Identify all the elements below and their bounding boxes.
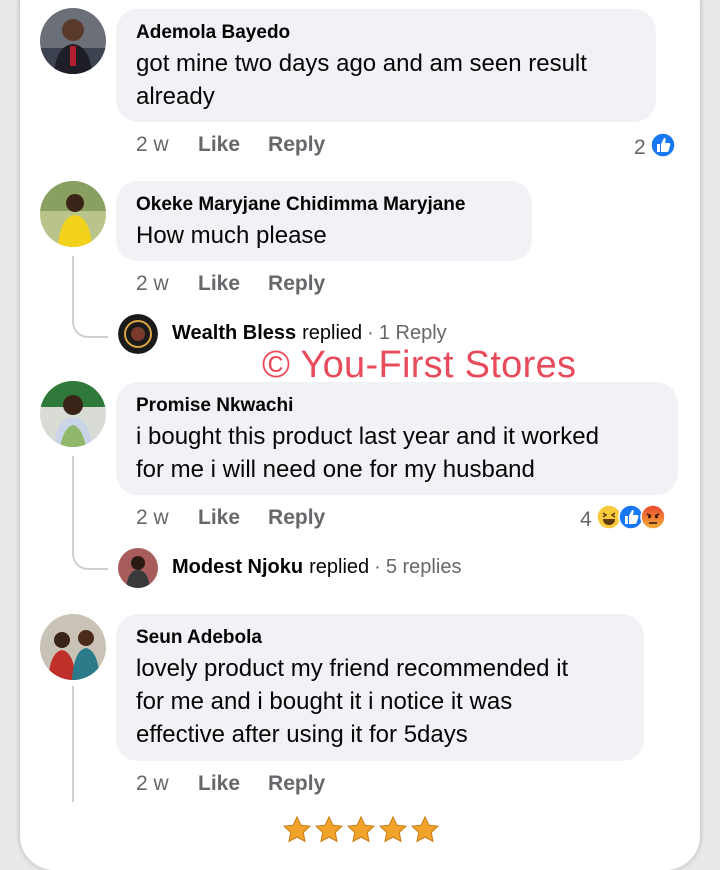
- replied-label: replied: [302, 322, 363, 344]
- comment-time[interactable]: 2 w: [136, 772, 198, 796]
- comment-author[interactable]: Okeke Maryjane Chidimma Maryjane: [136, 193, 512, 217]
- replies-link[interactable]: Wealth Bless replied · 1 Reply: [172, 322, 447, 345]
- avatar[interactable]: [40, 614, 106, 680]
- star-icon: [315, 815, 343, 843]
- star-rating: [282, 815, 440, 845]
- like-button[interactable]: Like: [198, 272, 240, 296]
- avatar[interactable]: [40, 8, 106, 74]
- comment-actions: 2 w Like Reply: [136, 506, 353, 530]
- like-reaction-icon: [649, 132, 676, 164]
- angry-reaction-icon: [639, 504, 666, 536]
- reply-button[interactable]: Reply: [268, 506, 325, 530]
- avatar[interactable]: [118, 548, 158, 588]
- reply-count[interactable]: 5 replies: [386, 556, 462, 579]
- separator: ·: [367, 322, 374, 344]
- replies-link[interactable]: Modest Njoku replied · 5 replies: [172, 556, 461, 579]
- comment-time[interactable]: 2 w: [136, 272, 198, 296]
- star-icon: [411, 815, 439, 843]
- avatar[interactable]: [118, 314, 158, 354]
- reaction-summary[interactable]: 2: [634, 132, 676, 164]
- avatar[interactable]: [40, 181, 106, 247]
- comment-time[interactable]: 2 w: [136, 133, 198, 157]
- star-icon: [347, 815, 375, 843]
- replied-label: replied: [309, 556, 370, 578]
- comment-bubble: Ademola Bayedo got mine two days ago and…: [116, 9, 656, 122]
- like-button[interactable]: Like: [198, 133, 240, 157]
- star-icon: [283, 815, 311, 843]
- comment-author[interactable]: Seun Adebola: [136, 626, 624, 650]
- reply-button[interactable]: Reply: [268, 272, 325, 296]
- avatar[interactable]: [40, 381, 106, 447]
- reaction-summary[interactable]: 4: [580, 504, 666, 536]
- like-button[interactable]: Like: [198, 772, 240, 796]
- reply-count[interactable]: 1 Reply: [379, 322, 447, 345]
- comment-text: i bought this product last year and it w…: [136, 423, 599, 483]
- like-button[interactable]: Like: [198, 506, 240, 530]
- thread-connector: [72, 456, 108, 570]
- comment-author[interactable]: Ademola Bayedo: [136, 21, 636, 45]
- star-icon: [379, 815, 407, 843]
- comment-actions: 2 w Like Reply: [136, 133, 353, 157]
- comment-bubble: Okeke Maryjane Chidimma Maryjane How muc…: [116, 181, 532, 261]
- reaction-count: 4: [580, 508, 592, 531]
- reply-author[interactable]: Modest Njoku: [172, 556, 303, 579]
- reaction-count: 2: [634, 136, 646, 159]
- thread-connector: [72, 686, 74, 802]
- reply-button[interactable]: Reply: [268, 133, 325, 157]
- comment-bubble: Promise Nkwachi i bought this product la…: [116, 382, 678, 495]
- comment-time[interactable]: 2 w: [136, 506, 198, 530]
- comment-text: got mine two days ago and am seen result…: [136, 50, 587, 110]
- watermark: © You-First Stores: [262, 344, 577, 386]
- comment-author[interactable]: Promise Nkwachi: [136, 394, 658, 418]
- reply-button[interactable]: Reply: [268, 772, 325, 796]
- comment-actions: 2 w Like Reply: [136, 772, 353, 796]
- thread-connector: [72, 256, 108, 338]
- comment-actions: 2 w Like Reply: [136, 272, 353, 296]
- reply-author[interactable]: Wealth Bless: [172, 322, 296, 345]
- separator: ·: [374, 556, 381, 578]
- comment-bubble: Seun Adebola lovely product my friend re…: [116, 614, 644, 761]
- comment-text: lovely product my friend recommended it …: [136, 655, 569, 748]
- comment-text: How much please: [136, 222, 327, 249]
